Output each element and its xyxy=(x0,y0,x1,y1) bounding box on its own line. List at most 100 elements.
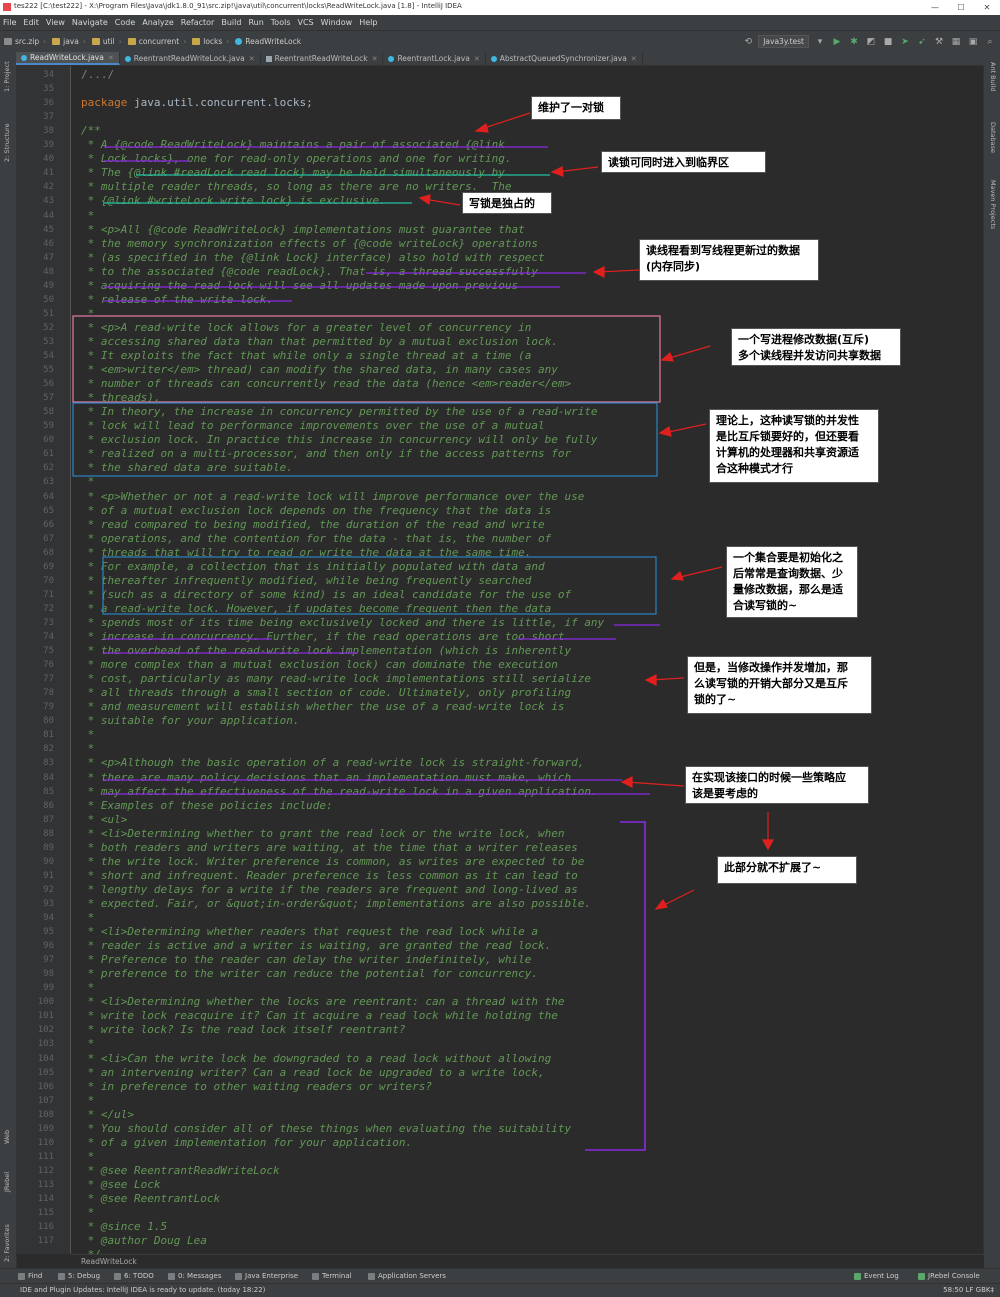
search-icon[interactable]: ⌕ xyxy=(984,36,996,48)
menu-navigate[interactable]: Navigate xyxy=(72,18,108,27)
line-number: 60 xyxy=(43,435,54,446)
sync-icon[interactable]: ⟲ xyxy=(742,36,754,48)
line-number xyxy=(32,1248,54,1262)
code-text: * accessing shared data than that permit… xyxy=(81,334,558,348)
code-text: * lock will lead to performance improvem… xyxy=(81,419,545,433)
breadcrumb-concurrent[interactable]: concurrent › xyxy=(127,37,186,46)
toolwindow-find[interactable]: Find xyxy=(18,1272,42,1280)
status-message[interactable]: IDE and Plugin Updates: IntelliJ IDEA is… xyxy=(20,1286,265,1294)
status-position[interactable]: 58:50 LF GBK‡ xyxy=(943,1286,994,1294)
tool-database[interactable]: Database xyxy=(989,122,997,153)
line-number: 68 xyxy=(43,547,54,558)
line-number: 83 xyxy=(43,758,54,769)
breadcrumb-java[interactable]: java › xyxy=(52,37,86,46)
maximize-button[interactable]: ☐ xyxy=(948,0,974,15)
tool-favorites[interactable]: 2: Favorites xyxy=(3,1224,11,1262)
menu-build[interactable]: Build xyxy=(221,18,241,27)
code-text: * threads that will try to read or write… xyxy=(81,545,532,559)
code-text: * acquiring the read lock will see all u… xyxy=(81,278,519,292)
tab-readwritelock-java[interactable]: ReadWriteLock.java ✕ xyxy=(16,52,120,65)
tab-reentrantreadwritelock-diagram[interactable]: ReentrantReadWriteLock ✕ xyxy=(261,52,384,65)
menu-help[interactable]: Help xyxy=(359,18,377,27)
build-icon[interactable]: ⚒ xyxy=(933,36,945,48)
code-text: * <li>Determining whether to grant the r… xyxy=(81,826,565,840)
line-number: 37 xyxy=(43,112,54,123)
stop-icon[interactable]: ■ xyxy=(882,36,894,48)
annotation-note-10: 此部分就不扩展了~ xyxy=(717,856,857,884)
tool-web[interactable]: Web xyxy=(3,1130,11,1144)
toolwindow-messages[interactable]: 0: Messages xyxy=(168,1272,221,1280)
menu-analyze[interactable]: Analyze xyxy=(142,18,174,27)
tool-jrebel[interactable]: JRebel xyxy=(3,1172,11,1192)
code-text: * a read-write lock. However, if updates… xyxy=(81,601,552,615)
minimize-button[interactable]: — xyxy=(922,0,948,15)
interface-icon xyxy=(21,54,27,61)
menu-refactor[interactable]: Refactor xyxy=(181,18,215,27)
annotation-note-3: 写锁是独占的 xyxy=(462,192,552,214)
menu-view[interactable]: View xyxy=(46,18,65,27)
code-text: * Examples of these policies include: xyxy=(81,798,333,812)
jrebel-debug-icon[interactable]: ➹ xyxy=(916,36,928,48)
toolwindow-event-log[interactable]: Event Log xyxy=(854,1272,899,1280)
menu-window[interactable]: Window xyxy=(321,18,353,27)
run-config-select[interactable]: Java3y.test xyxy=(758,35,809,48)
close-icon[interactable]: ✕ xyxy=(249,55,255,63)
title-bar: tes222 [C:\test222] - X:\Program Files\J… xyxy=(0,0,1000,15)
debug-icon[interactable]: ✱ xyxy=(848,36,860,48)
close-icon[interactable]: ✕ xyxy=(108,54,114,62)
menu-tools[interactable]: Tools xyxy=(271,18,291,27)
toolwindow-debug[interactable]: 5: Debug xyxy=(58,1272,100,1280)
line-number: 116 xyxy=(37,1222,54,1233)
line-number: 55 xyxy=(43,365,54,376)
tool-project[interactable]: 1: Project xyxy=(3,61,11,92)
breadcrumb-src-zip[interactable]: src.zip › xyxy=(4,37,46,46)
toolwindow-terminal[interactable]: Terminal xyxy=(312,1272,352,1280)
line-number: 36 xyxy=(43,98,54,109)
close-icon[interactable]: ✕ xyxy=(372,55,378,63)
menu-edit[interactable]: Edit xyxy=(23,18,39,27)
code-text: * <li>Determining whether readers that r… xyxy=(81,925,538,939)
toolwindow-application-servers[interactable]: Application Servers xyxy=(368,1272,446,1280)
line-number: 62 xyxy=(43,463,54,474)
project-structure-icon[interactable]: ▦ xyxy=(950,36,962,48)
tab-reentrantlock-java[interactable]: ReentrantLock.java ✕ xyxy=(383,52,486,65)
annotation-note-5: 一个写进程修改数据(互斥) 多个读线程并发访问共享数据 xyxy=(731,328,901,366)
code-text: * <p>Whether or not a read-write lock wi… xyxy=(81,489,585,503)
chevron-down-icon[interactable]: ▾ xyxy=(814,36,826,48)
code-text: * cost, particularly as many read-write … xyxy=(81,672,591,686)
tool-maven-projects[interactable]: Maven Projects xyxy=(989,180,997,229)
run-icon[interactable]: ▶ xyxy=(831,36,843,48)
toolwindow-java-enterprise[interactable]: Java Enterprise xyxy=(235,1272,298,1280)
breadcrumb-locks[interactable]: locks › xyxy=(192,37,229,46)
tab-reentrantreadwritelock-java[interactable]: ReentrantReadWriteLock.java ✕ xyxy=(120,52,261,65)
breadcrumb-util[interactable]: util › xyxy=(91,37,122,46)
tool-ant-build[interactable]: Ant Build xyxy=(989,62,997,92)
tab-abstractqueuedsynchronizer-java[interactable]: AbstractQueuedSynchronizer.java ✕ xyxy=(486,52,643,65)
interface-icon xyxy=(235,38,243,45)
tool-structure[interactable]: 2: Structure xyxy=(3,123,11,162)
close-icon[interactable]: ✕ xyxy=(474,55,480,63)
toolwindow-jrebel-console[interactable]: JRebel Console xyxy=(918,1272,980,1280)
editor-footer-class[interactable]: ReadWriteLock xyxy=(81,1257,137,1266)
code-text: * exclusion lock. In practice this incre… xyxy=(81,433,598,447)
menu-code[interactable]: Code xyxy=(115,18,135,27)
code-text: * release of the write lock. xyxy=(81,292,274,306)
bug-icon xyxy=(58,1272,65,1280)
code-text: * @see Lock xyxy=(81,1177,161,1191)
code-text: * Preference to the reader can delay the… xyxy=(81,953,532,967)
menu-run[interactable]: Run xyxy=(248,18,263,27)
toolwindow-todo[interactable]: 6: TODO xyxy=(114,1272,154,1280)
annotation-note-2: 读锁可同时进入到临界区 xyxy=(601,151,766,173)
code-text: * short and infrequent. Reader preferenc… xyxy=(81,868,578,882)
line-number: 96 xyxy=(43,941,54,952)
left-tool-strip: 1: Project 2: Structure Web JRebel 2: Fa… xyxy=(0,52,17,1268)
code-text: * <em>writer</em> thread) can modify the… xyxy=(81,363,558,377)
sdk-icon[interactable]: ▣ xyxy=(967,36,979,48)
menu-vcs[interactable]: VCS xyxy=(298,18,314,27)
menu-file[interactable]: File xyxy=(3,18,16,27)
coverage-icon[interactable]: ◩ xyxy=(865,36,877,48)
breadcrumb-readwritelock[interactable]: ReadWriteLock xyxy=(235,37,301,46)
close-button[interactable]: ✕ xyxy=(974,0,1000,15)
jrebel-run-icon[interactable]: ➤ xyxy=(899,36,911,48)
close-icon[interactable]: ✕ xyxy=(631,55,637,63)
